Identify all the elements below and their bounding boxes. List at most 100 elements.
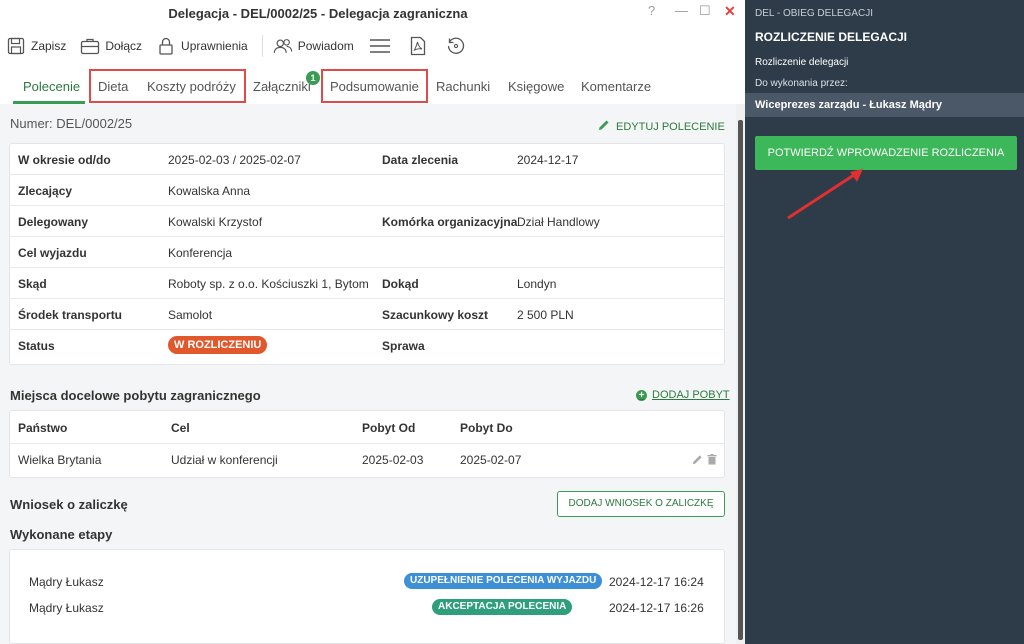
save-button[interactable]: Zapisz — [6, 36, 66, 56]
close-button[interactable]: ✕ — [724, 3, 736, 20]
status-badge: W ROZLICZENIU — [168, 336, 268, 354]
tab-komentarze[interactable]: Komentarze — [581, 79, 651, 94]
floppy-disk-icon — [6, 36, 26, 56]
plus-circle-icon: + — [636, 389, 647, 401]
workflow-panel: DEL - OBIEG DELEGACJI ROZLICZENIE DELEGA… — [745, 0, 1024, 644]
pdf-icon[interactable] — [406, 35, 430, 57]
stage-user: Mądry Łukasz — [29, 601, 104, 615]
order-date-label: Data zlecenia — [382, 153, 459, 167]
workflow-step-title: ROZLICZENIE DELEGACJI — [755, 30, 908, 44]
info-row-transport: Środek transportu Samolot Szacunkowy kos… — [10, 299, 724, 330]
permissions-button[interactable]: Uprawnienia — [156, 36, 248, 56]
komorka-label: Komórka organizacyjna — [382, 215, 518, 229]
save-label: Zapisz — [31, 39, 67, 53]
transport-value: Samolot — [168, 308, 213, 322]
order-date-value: 2024-12-17 — [517, 153, 579, 167]
pencil-icon — [598, 119, 610, 134]
window-title: Delegacja - DEL/0002/25 - Delegacja zagr… — [168, 6, 468, 21]
cel-value: Konferencja — [168, 246, 233, 260]
menu-icon[interactable] — [368, 35, 392, 57]
stage-time: 2024-12-17 16:26 — [609, 601, 704, 615]
column-header: Pobyt Od — [362, 421, 416, 435]
help-button[interactable]: ? — [648, 3, 655, 18]
column-header: Cel — [171, 421, 190, 435]
lock-icon — [156, 36, 176, 56]
notify-label: Powiadom — [297, 39, 354, 53]
delegowany-label: Delegowany — [18, 215, 89, 229]
tab-ksiegowe[interactable]: Księgowe — [508, 79, 564, 94]
toolbar-divider — [261, 35, 263, 57]
column-header: Pobyt Do — [460, 421, 513, 435]
info-row-period: W okresie od/do 2025-02-03 / 2025-02-07 … — [10, 144, 724, 175]
period-value: 2025-02-03 / 2025-02-07 — [168, 153, 301, 167]
toolbar: Zapisz Dołącz Uprawnienia Powiadom — [0, 26, 745, 66]
zlecajacy-value: Kowalska Anna — [168, 184, 251, 198]
maximize-button[interactable]: ☐ — [699, 3, 711, 19]
zlecajacy-label: Zlecający — [18, 184, 73, 198]
scrollbar-thumb[interactable] — [738, 120, 743, 640]
table-cell: 2025-02-07 — [460, 453, 522, 467]
assignee-label: Do wykonania przez: — [755, 78, 848, 89]
period-label: W okresie od/do — [18, 153, 111, 167]
destinations-title: Miejsca docelowe pobytu zagranicznego — [10, 388, 261, 403]
transport-label: Środek transportu — [18, 308, 123, 322]
komorka-value: Dział Handlowy — [517, 215, 600, 229]
table-cell: Wielka Brytania — [18, 453, 102, 467]
dokad-label: Dokąd — [382, 277, 419, 291]
tab-zalaczniki[interactable]: Załączniki — [253, 79, 311, 94]
info-row-cel: Cel wyjazdu Konferencja — [10, 237, 724, 268]
attach-label: Dołącz — [105, 39, 143, 53]
sprawa-label: Sprawa — [382, 339, 425, 353]
cel-label: Cel wyjazdu — [18, 246, 87, 260]
edit-order-label: EDYTUJ POLECENIE — [616, 120, 725, 133]
info-row-skad: Skąd Roboty sp. z o.o. Kościuszki 1, Byt… — [10, 268, 724, 299]
dokad-value: Londyn — [517, 277, 557, 291]
stages-list: Mądry Łukasz UZUPEŁNIENIE POLECENIA WYJA… — [9, 549, 725, 644]
order-details-card: W okresie od/do 2025-02-03 / 2025-02-07 … — [9, 143, 725, 365]
column-header: Państwo — [18, 421, 68, 435]
scrollbar[interactable] — [736, 104, 745, 644]
advance-title: Wniosek o zaliczkę — [10, 497, 128, 512]
notify-button[interactable]: Powiadom — [273, 36, 354, 56]
attach-button[interactable]: Dołącz — [80, 36, 142, 56]
trash-icon[interactable] — [707, 454, 717, 468]
annotation-arrow — [787, 169, 863, 220]
skad-value: Roboty sp. z o.o. Kościuszki 1, Bytom — [168, 277, 369, 291]
stage-user: Mądry Łukasz — [29, 575, 104, 589]
skad-label: Skąd — [18, 277, 47, 291]
document-number: Numer: DEL/0002/25 — [10, 116, 133, 131]
assignee-name: Wiceprezes zarządu - Łukasz Mądry — [755, 99, 942, 111]
add-stay-label: DODAJ POBYT — [652, 389, 730, 401]
history-icon[interactable] — [444, 35, 468, 57]
add-advance-button[interactable]: DODAJ WNIOSEK O ZALICZKĘ — [557, 491, 725, 517]
tab-rachunki[interactable]: Rachunki — [436, 79, 490, 94]
edit-order-link[interactable]: EDYTUJ POLECENIE — [598, 119, 725, 134]
info-row-delegowany: Delegowany Kowalski Krzystof Komórka org… — [10, 206, 724, 237]
users-icon — [273, 36, 293, 56]
info-row-zlecajacy: Zlecający Kowalska Anna — [10, 175, 724, 206]
info-row-status: Status W ROZLICZENIU Sprawa — [10, 330, 724, 361]
delegowany-value: Kowalski Krzystof — [168, 215, 263, 229]
attachments-count-badge: 1 — [306, 71, 320, 85]
highlight-box-podsumowanie — [321, 69, 428, 103]
briefcase-icon — [80, 36, 100, 56]
edit-row-icon[interactable] — [692, 454, 703, 468]
stage-badge: UZUPEŁNIENIE POLECENIA WYJAZDU — [404, 573, 603, 589]
workflow-header: DEL - OBIEG DELEGACJI — [755, 8, 873, 19]
stage-time: 2024-12-17 16:24 — [609, 575, 704, 589]
workflow-step-subtitle: Rozliczenie delegacji — [755, 57, 849, 68]
table-cell: 2025-02-03 — [362, 453, 424, 467]
table-header: Państwo Cel Pobyt Od Pobyt Do — [10, 411, 724, 444]
title-bar: Delegacja - DEL/0002/25 - Delegacja zagr… — [0, 0, 745, 26]
main-window: Delegacja - DEL/0002/25 - Delegacja zagr… — [0, 0, 745, 644]
status-label: Status — [18, 339, 55, 353]
minimize-button[interactable]: — — [675, 3, 688, 18]
permissions-label: Uprawnienia — [181, 39, 248, 53]
table-cell: Udział w konferencji — [171, 453, 278, 467]
active-tab-indicator — [13, 101, 85, 104]
tab-polecenie[interactable]: Polecenie — [23, 79, 80, 94]
highlight-box-dieta-koszty — [89, 69, 246, 103]
add-stay-link[interactable]: + DODAJ POBYT — [636, 389, 730, 401]
stage-badge: AKCEPTACJA POLECENIA — [432, 599, 573, 615]
koszt-label: Szacunkowy koszt — [382, 308, 489, 322]
